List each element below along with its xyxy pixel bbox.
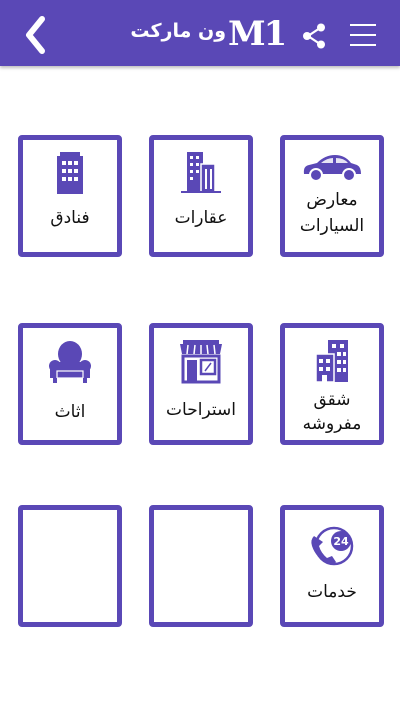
tile-empty[interactable]	[149, 505, 253, 627]
brand-logo: M1	[228, 14, 287, 54]
tile-empty[interactable]	[18, 505, 122, 627]
share-icon	[303, 23, 325, 49]
chevron-left-icon	[26, 16, 45, 54]
tile-label: معارض	[306, 190, 358, 210]
24h-service-icon: 24	[311, 526, 354, 566]
armchair-icon	[49, 341, 91, 383]
tile-label: اثاث	[54, 402, 86, 422]
share-button[interactable]	[300, 22, 328, 50]
tile-label: عقارات	[174, 208, 228, 228]
tile-label: استراحات	[166, 400, 236, 420]
tile-label-line2: مفروشه	[302, 414, 362, 434]
tile-car-showrooms[interactable]: معارض السيارات	[280, 135, 384, 257]
car-icon	[303, 155, 361, 182]
tile-label-line2: السيارات	[299, 216, 365, 236]
buildings-icon	[181, 152, 221, 193]
back-button[interactable]	[20, 15, 50, 55]
tile-label: خدمات	[307, 582, 357, 602]
tile-services[interactable]: 24 خدمات	[280, 505, 384, 627]
tile-furniture[interactable]: اثاث	[18, 323, 122, 445]
tile-rest-houses[interactable]: استراحات	[149, 323, 253, 445]
shop-icon	[180, 340, 222, 384]
app-brand: ون ماركت M1	[128, 14, 287, 54]
hotel-icon	[57, 152, 83, 194]
brand-name: ون ماركت	[130, 20, 226, 42]
apartment-icon	[315, 340, 348, 383]
tile-label: شقق	[313, 390, 351, 410]
tile-real-estate[interactable]: عقارات	[149, 135, 253, 257]
tile-furnished-apartments[interactable]: شقق مفروشه	[280, 323, 384, 445]
top-app-bar: ون ماركت M1	[0, 0, 400, 66]
tile-label: فنادق	[50, 208, 90, 228]
hamburger-menu-icon	[350, 24, 376, 46]
menu-button[interactable]	[348, 20, 378, 50]
tile-hotels[interactable]: فنادق	[18, 135, 122, 257]
svg-text:24: 24	[333, 535, 349, 548]
